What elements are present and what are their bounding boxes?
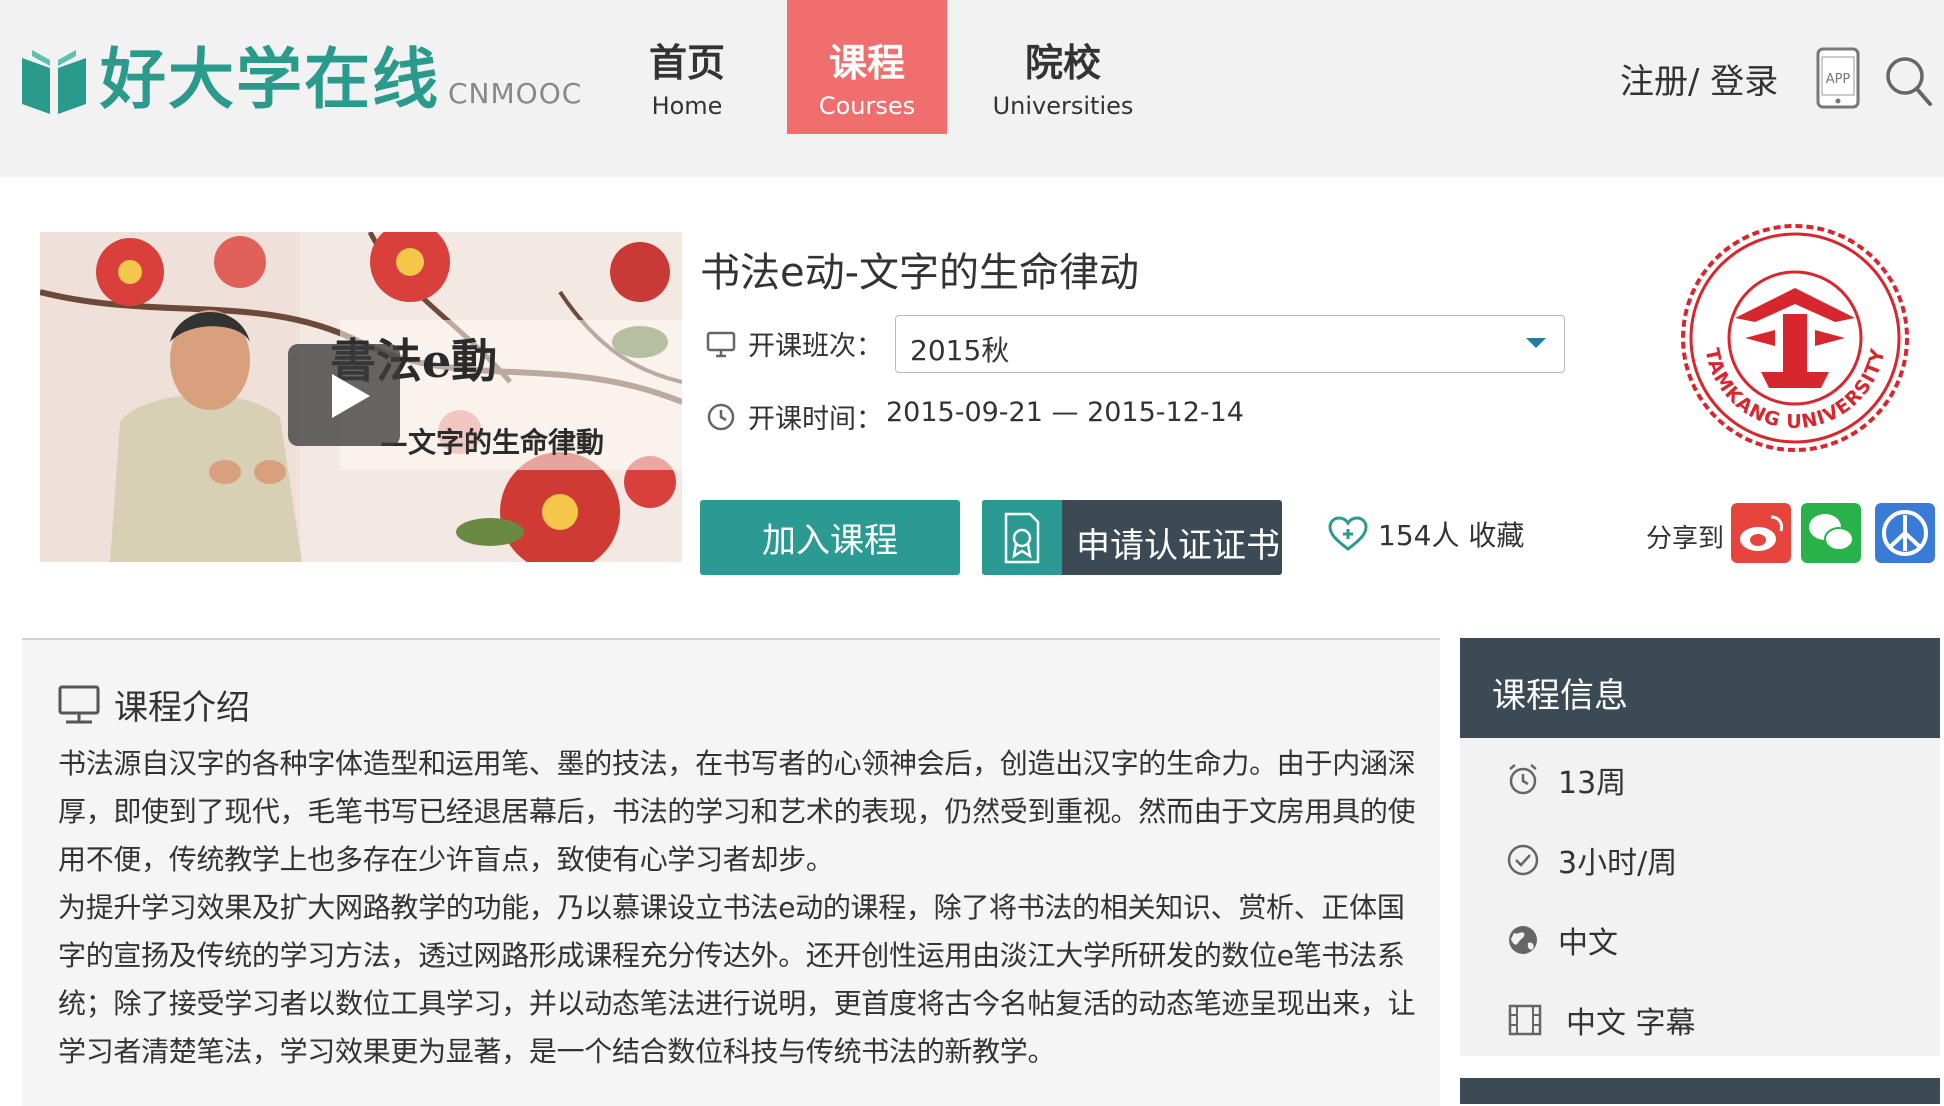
nav-universities-en: Universities <box>992 92 1134 120</box>
info-item-workload: 3小时/周 <box>1506 838 1677 882</box>
session-select-value: 2015秋 <box>910 334 1010 367</box>
monitor-icon <box>58 685 100 723</box>
check-circle-icon <box>1507 844 1539 876</box>
course-date-range: 2015-09-21 — 2015-12-14 <box>886 397 1244 428</box>
certificate-icon-box <box>982 500 1062 575</box>
app-label: APP <box>1826 72 1851 87</box>
info-item-subtitles-text: 中文 字幕 <box>1566 1006 1696 1041</box>
info-item-duration: 13周 <box>1506 758 1626 802</box>
site-logo[interactable]: 好大学在线 CNMOOC <box>20 44 582 116</box>
intro-text: 书法源自汉字的各种字体造型和运用笔、墨的技法，在书写者的心领神会后，创造出汉字的… <box>58 747 1416 1068</box>
course-info-panel: 课程信息 13周 3小时/周 中文 中文 字幕 <box>1460 638 1940 1056</box>
tamkang-university-seal: TAMKANG UNIVERSITY <box>1681 224 1909 452</box>
course-info-header: 课程信息 <box>1460 638 1940 738</box>
open-book-icon <box>22 50 86 114</box>
certificate-icon <box>1004 512 1040 564</box>
intro-heading-text: 课程介绍 <box>114 688 250 728</box>
share-label: 分享到 <box>1646 524 1725 554</box>
search-icon[interactable] <box>1884 54 1934 108</box>
alarm-clock-icon <box>1509 764 1537 795</box>
top-navigation-bar: 好大学在线 CNMOOC 首页 Home 课程 Courses 院校 Unive… <box>0 0 1944 177</box>
info-item-workload-text: 3小时/周 <box>1558 846 1678 881</box>
session-select[interactable]: 2015秋 <box>895 315 1565 373</box>
session-label: 开课班次： <box>748 331 883 362</box>
film-icon <box>1508 1004 1542 1036</box>
nav-home-en: Home <box>651 92 723 120</box>
apply-certificate-button[interactable]: 申请认证证书 <box>982 500 1282 575</box>
info-item-language-text: 中文 <box>1558 926 1618 961</box>
next-panel-header <box>1460 1078 1940 1104</box>
heart-plus-icon <box>1328 516 1368 551</box>
info-item-duration-text: 13周 <box>1558 766 1627 801</box>
time-label-row: 开课时间： <box>706 397 883 436</box>
nav-courses-zh: 课程 <box>828 41 905 85</box>
nav-home-zh: 首页 <box>648 41 725 85</box>
logo-english-text: CNMOOC <box>448 77 583 110</box>
course-title: 书法e动-文字的生命律动 <box>700 250 1140 296</box>
video-subtitle-text: —文字的生命律動 <box>380 426 604 459</box>
screen-icon <box>706 331 736 357</box>
session-label-row: 开课班次： <box>706 324 883 363</box>
logo-chinese-text: 好大学在线 <box>100 41 440 118</box>
play-button[interactable] <box>288 344 400 446</box>
info-item-subtitles: 中文 字幕 <box>1506 998 1696 1042</box>
clock-icon <box>707 403 735 430</box>
globe-icon <box>1509 926 1537 954</box>
info-item-language: 中文 <box>1506 918 1618 962</box>
join-course-button[interactable]: 加入课程 <box>700 500 960 575</box>
wechat-icon[interactable] <box>1801 503 1861 563</box>
renren-icon[interactable] <box>1875 503 1935 563</box>
course-introduction-panel: 课程介绍 书法源自汉字的各种字体造型和运用笔、墨的技法，在书写者的心领神会后，创… <box>22 638 1440 1106</box>
nav-universities[interactable]: 院校 Universities <box>988 0 1138 134</box>
time-label: 开课时间： <box>748 404 883 435</box>
favorites-count: 154人 收藏 <box>1378 519 1525 552</box>
intro-heading: 课程介绍 <box>58 680 250 729</box>
weibo-icon[interactable] <box>1731 503 1791 563</box>
nav-courses-en: Courses <box>818 92 916 120</box>
course-info-heading: 课程信息 <box>1492 676 1628 716</box>
register-login-link[interactable]: 注册/ 登录 <box>1620 54 1778 103</box>
favorite-button[interactable]: 154人 收藏 <box>1328 514 1524 554</box>
caret-down-icon <box>1526 338 1546 348</box>
nav-home[interactable]: 首页 Home <box>632 0 742 134</box>
nav-universities-zh: 院校 <box>1024 41 1101 85</box>
course-video-thumbnail[interactable]: 書法e動 —文字的生命律動 <box>40 232 682 562</box>
apply-certificate-label: 申请认证证书 <box>1076 526 1280 566</box>
mobile-app-icon[interactable]: APP <box>1816 47 1860 109</box>
nav-courses[interactable]: 课程 Courses <box>787 0 947 134</box>
